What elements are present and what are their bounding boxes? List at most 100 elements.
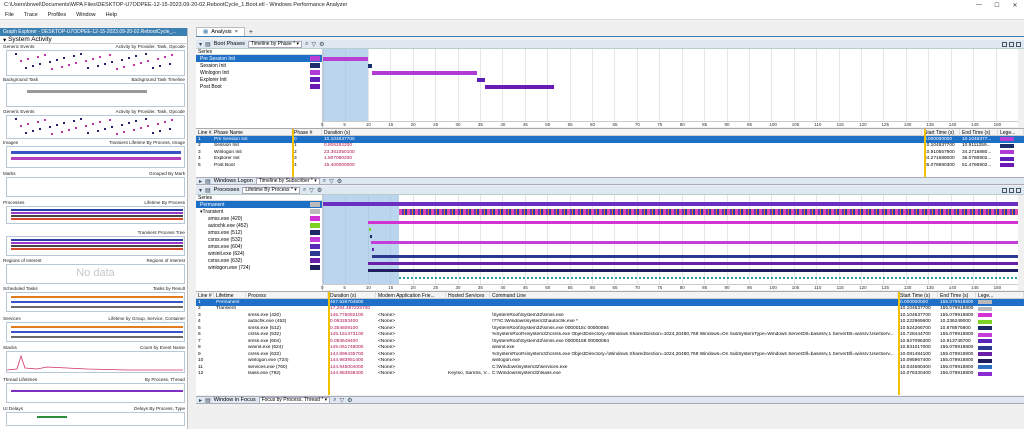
series-item[interactable]: smss.exe (604) — [196, 243, 322, 250]
graph-group[interactable]: Processes Lifetime By Process — [0, 200, 188, 226]
permanent-bar[interactable] — [323, 202, 1018, 206]
graph-group[interactable]: Services Lifetime by Group, Service, Cont… — [0, 316, 188, 344]
tab-close-icon[interactable]: × — [235, 29, 238, 35]
graph-group[interactable]: Scheduled Tasks Tasks by Result — [0, 286, 188, 314]
gear-icon[interactable]: ⚙ — [337, 178, 342, 185]
series-item[interactable]: Explorer Init — [196, 76, 322, 83]
gear-icon[interactable]: ⚙ — [317, 187, 322, 194]
column-header[interactable]: Modern Application Frie... — [376, 292, 446, 299]
add-tab-button[interactable]: + — [245, 29, 257, 36]
process-lifetime-bar[interactable] — [368, 262, 1018, 265]
search-icon[interactable]: ⌕ — [305, 41, 308, 48]
panel-float-icon[interactable] — [1002, 42, 1007, 47]
panel-close-icon[interactable] — [1016, 188, 1021, 193]
panel-max-icon[interactable] — [1009, 42, 1014, 47]
panel-max-icon[interactable] — [1009, 188, 1014, 193]
expand-icon[interactable]: ▸ — [199, 397, 202, 404]
search-icon[interactable]: ⌕ — [303, 187, 306, 194]
process-lifetime-bar[interactable] — [368, 269, 1018, 272]
graph-group[interactable]: Generic Events Activity by Provider, Task… — [0, 44, 188, 78]
column-header[interactable]: End Time (s) — [938, 292, 976, 299]
process-lifetime-bar[interactable] — [368, 228, 371, 231]
graph-thumbnail[interactable] — [6, 322, 185, 342]
windows-logon-view-dropdown[interactable]: Timeline by Subscriber * ▾ — [255, 177, 320, 185]
series-item[interactable]: Session Init — [196, 62, 322, 69]
graph-group[interactable]: Generic Events Activity by Provider, Task… — [0, 109, 188, 141]
column-header[interactable]: Phase Name — [212, 129, 292, 136]
panel-float-icon[interactable] — [1002, 188, 1007, 193]
column-header[interactable]: Process — [246, 292, 328, 299]
graph-group[interactable]: Marks Grouped By Mark — [0, 171, 188, 199]
graph-thumbnail[interactable] — [6, 146, 185, 168]
column-header[interactable]: End Time (s) — [960, 129, 998, 136]
processes-graph[interactable] — [323, 195, 1018, 284]
gear-icon[interactable]: ⚙ — [319, 41, 324, 48]
boot-phases-view-dropdown[interactable]: Timeline by Phase * ▾ — [247, 40, 303, 48]
transient-bar[interactable] — [399, 209, 1018, 215]
filter-icon[interactable]: ▽ — [339, 397, 344, 404]
menu-help[interactable]: Help — [101, 12, 122, 18]
graph-thumbnail[interactable] — [6, 236, 185, 256]
series-item[interactable]: Pre Session Init — [196, 55, 322, 62]
process-lifetime-bar[interactable] — [368, 221, 1018, 224]
graph-group[interactable]: Background Task Background Task Timeline — [0, 77, 188, 109]
column-header[interactable]: Start Time (s) — [922, 129, 960, 136]
series-item[interactable]: winlogon.exe (724) — [196, 264, 322, 271]
graph-thumbnail[interactable] — [6, 83, 185, 107]
expand-icon[interactable]: ▸ — [199, 178, 202, 185]
processes-view-dropdown[interactable]: Lifetime By Process * ▾ — [242, 186, 300, 194]
phase-bar[interactable] — [484, 85, 554, 89]
graph-thumbnail[interactable] — [6, 292, 185, 312]
graph-group[interactable]: Images Transient Lifetime By Process, Ima… — [0, 140, 188, 170]
phase-bar[interactable] — [476, 78, 485, 82]
graph-thumbnail[interactable] — [6, 412, 185, 426]
column-header[interactable]: Hosted Services — [446, 292, 490, 299]
series-item[interactable]: smss.exe (420) — [196, 215, 322, 222]
focus-view-dropdown[interactable]: Focus by Process, Thread * ▾ — [258, 396, 331, 404]
graph-thumbnail[interactable] — [6, 206, 185, 224]
collapse-icon[interactable]: ▾ — [199, 41, 202, 48]
graph-group[interactable]: UI Delays Delays By Process, Type — [0, 406, 188, 428]
boot-phases-graph[interactable] — [323, 49, 1018, 121]
menu-window[interactable]: Window — [71, 12, 101, 18]
process-lifetime-bar[interactable] — [371, 248, 374, 251]
tab-analysis[interactable]: ▦ Analysis × — [196, 27, 245, 36]
maximize-button[interactable]: ☐ — [988, 0, 1006, 10]
series-item[interactable]: csrss.exe (632) — [196, 257, 322, 264]
series-item[interactable]: autochk.exe (452) — [196, 222, 322, 229]
column-header[interactable]: Phase # — [292, 129, 322, 136]
column-header[interactable]: Lege... — [976, 292, 1024, 299]
filter-icon[interactable]: ▽ — [329, 178, 334, 185]
graph-group[interactable]: Transient Process Tree — [0, 230, 188, 258]
process-lifetime-bar[interactable] — [371, 241, 1018, 244]
phase-bar[interactable] — [371, 71, 477, 75]
column-header[interactable]: Duration (s) — [328, 292, 376, 299]
collapse-icon[interactable]: ▾ — [199, 187, 202, 194]
process-lifetime-bar[interactable] — [371, 255, 1018, 258]
column-header[interactable]: Lege... — [998, 129, 1024, 136]
menu-file[interactable]: File — [0, 12, 19, 18]
filter-icon[interactable]: ▽ — [309, 187, 314, 194]
column-header[interactable]: Line # — [196, 129, 212, 136]
graph-group[interactable]: Regions of Interest Regions of Interest No… — [0, 258, 188, 286]
phase-bar[interactable] — [323, 57, 369, 61]
graph-thumbnail[interactable] — [6, 115, 185, 139]
graph-thumbnail[interactable] — [6, 351, 185, 373]
gear-icon[interactable]: ⚙ — [347, 397, 352, 404]
system-activity-header[interactable]: ▾ System Activity — [0, 36, 187, 44]
series-item[interactable]: Winlogon Init — [196, 69, 322, 76]
menu-profiles[interactable]: Profiles — [43, 12, 71, 18]
graph-thumbnail[interactable] — [6, 383, 185, 403]
panel-close-icon[interactable] — [1016, 42, 1021, 47]
column-header[interactable]: Duration (s) — [322, 129, 922, 136]
filter-icon[interactable]: ▽ — [311, 41, 316, 48]
column-header[interactable]: Command Line — [490, 292, 898, 299]
search-icon[interactable]: ⌕ — [323, 178, 326, 185]
column-header[interactable]: Start Time (s) — [898, 292, 938, 299]
graph-thumbnail[interactable] — [6, 177, 185, 197]
phase-bar[interactable] — [368, 64, 372, 68]
series-item[interactable]: smss.exe (512) — [196, 229, 322, 236]
column-header[interactable]: Line # — [196, 292, 214, 299]
graph-thumbnail[interactable] — [6, 50, 185, 76]
column-header[interactable]: Lifetime — [214, 292, 246, 299]
